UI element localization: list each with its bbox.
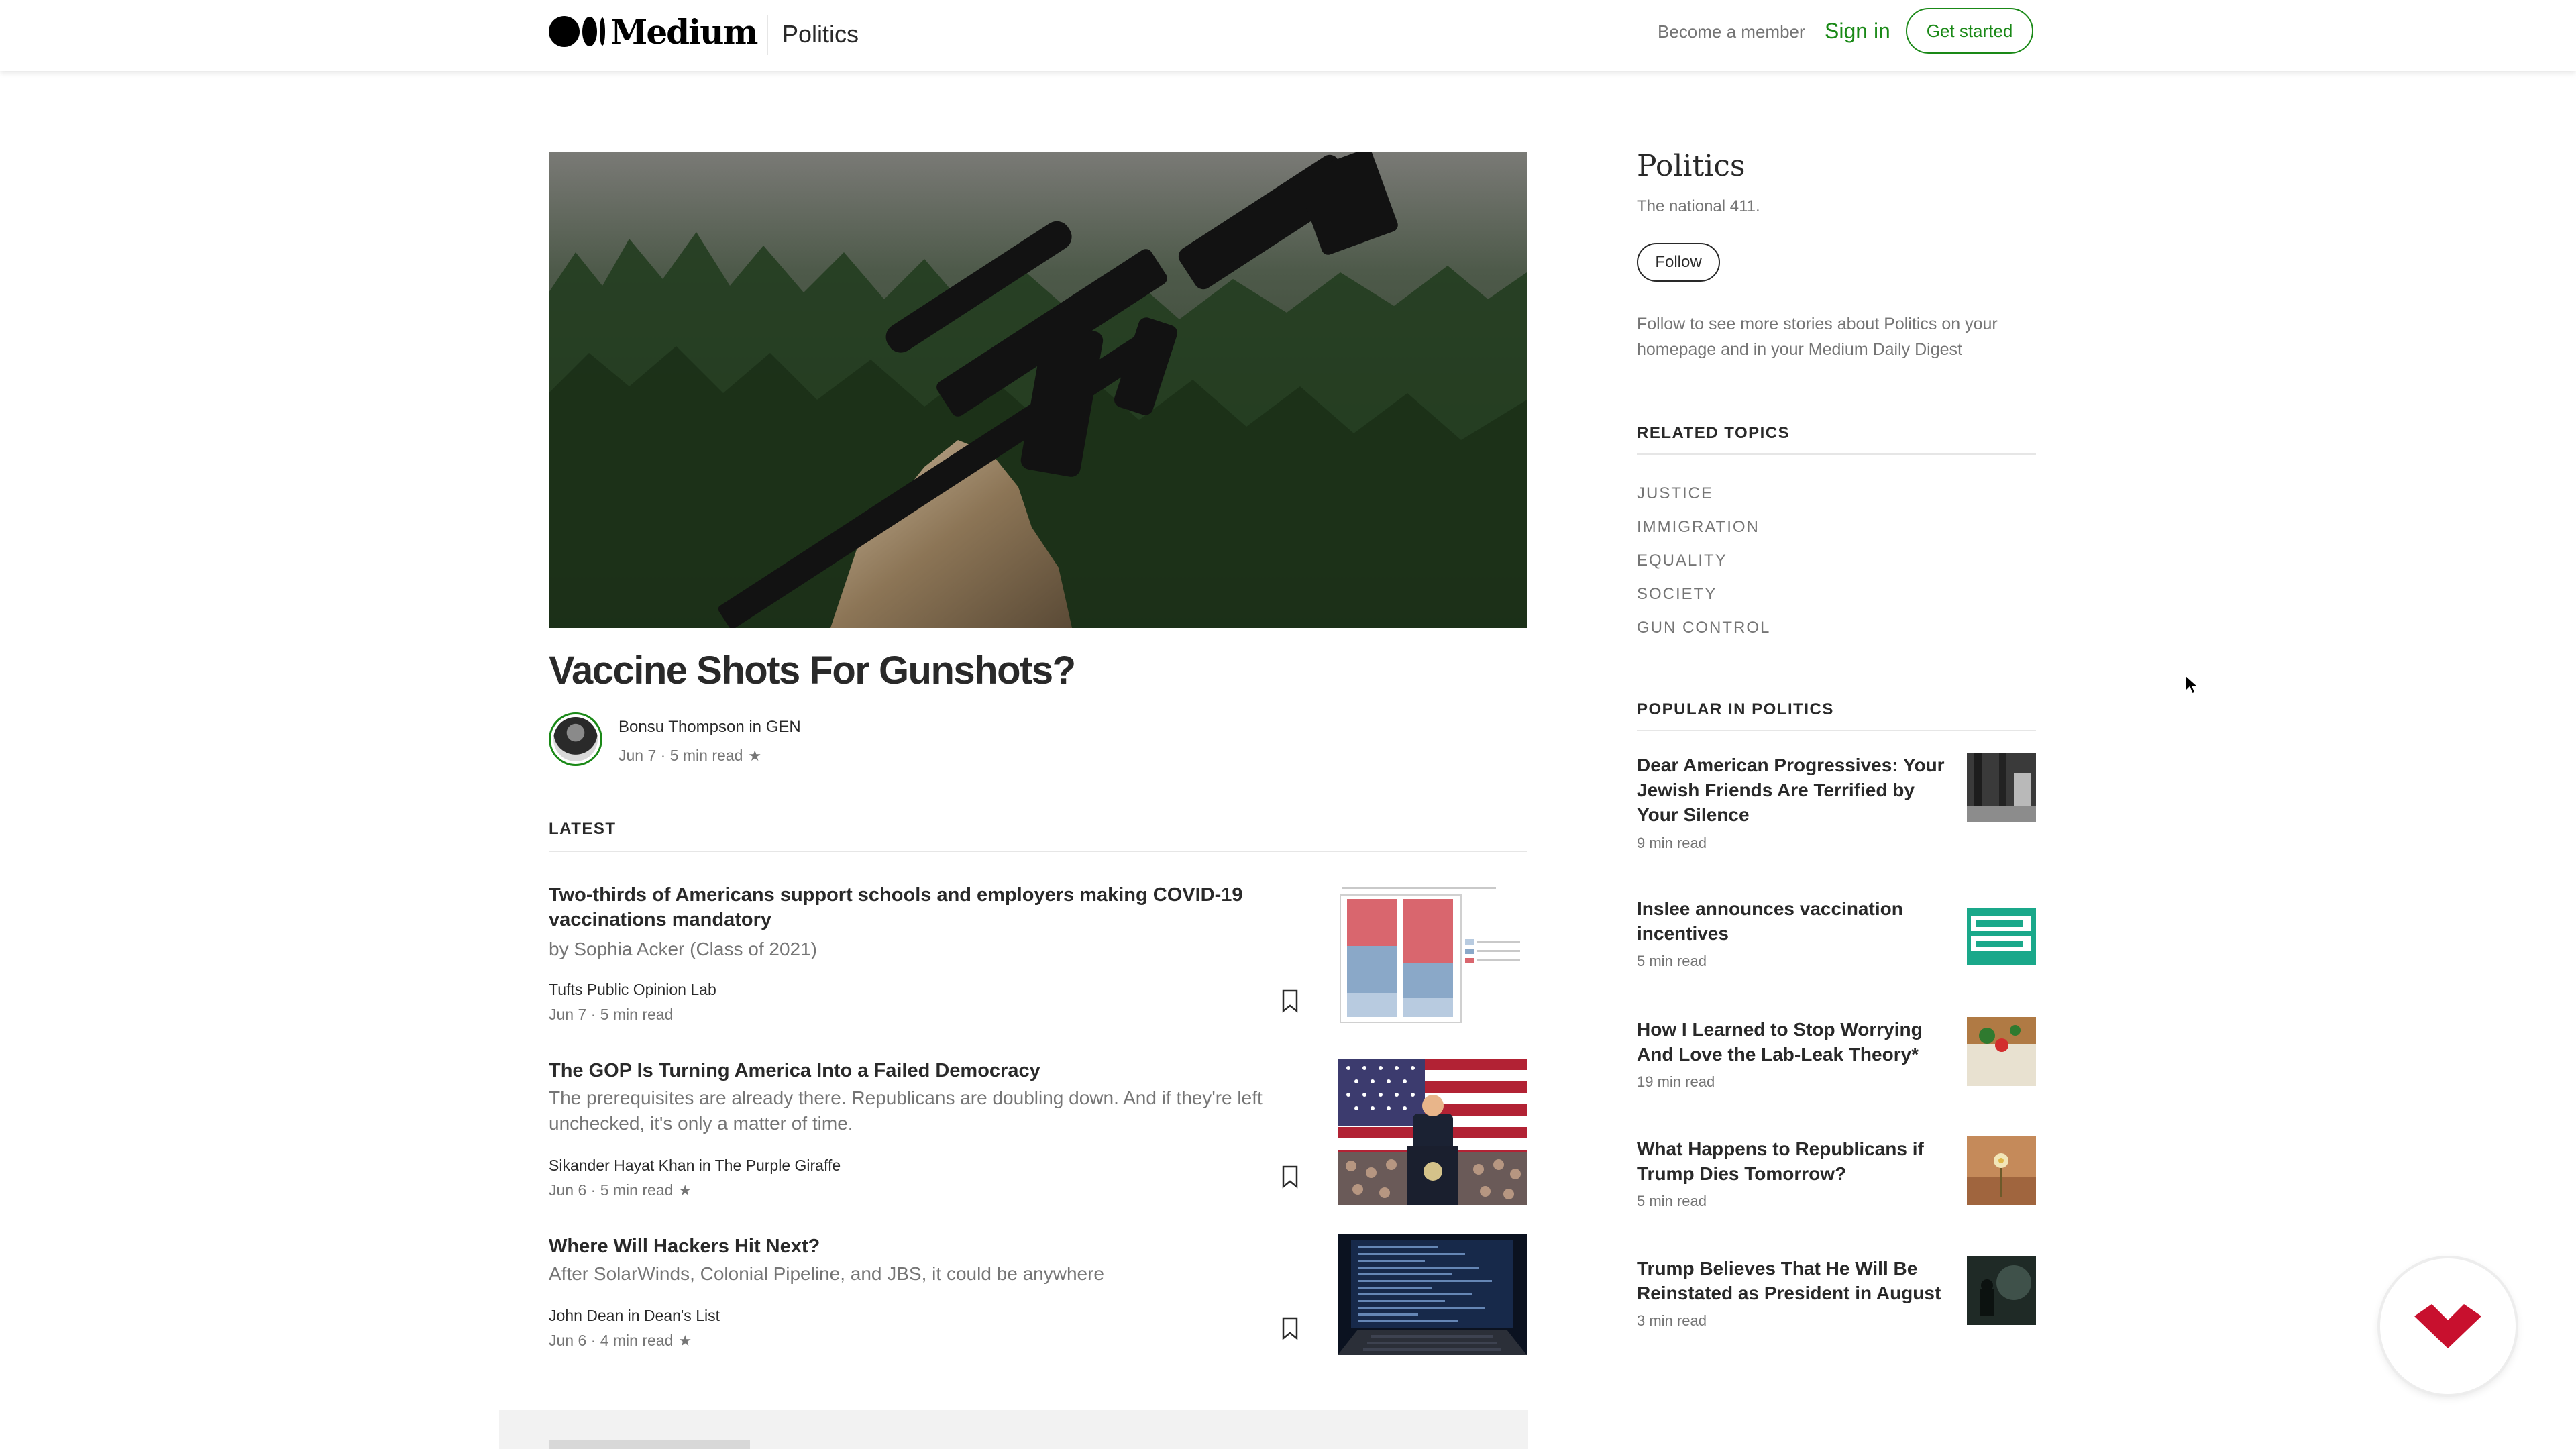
popular-story-thumbnail[interactable] [1967, 1017, 2036, 1086]
hero-author-name[interactable]: Bonsu Thompson in GEN [619, 718, 801, 737]
article-card[interactable]: Two-thirds of Americans support schools … [549, 883, 1527, 1030]
popular-label: POPULAR IN POLITICS [1637, 700, 1834, 718]
popular-story-thumbnail[interactable] [1967, 1136, 2036, 1205]
popular-thumb-image-4 [1967, 1136, 2036, 1205]
mouse-cursor-icon [2185, 675, 2198, 695]
popular-story-read-time: 5 min read [1637, 1193, 1707, 1210]
header-topic-title[interactable]: Politics [782, 20, 859, 48]
related-topics-label: RELATED TOPICS [1637, 424, 1790, 442]
article-subtitle: The prerequisites are already there. Rep… [549, 1087, 1263, 1134]
member-star-icon: ★ [678, 1182, 692, 1199]
popular-story[interactable]: How I Learned to Stop Worrying And Love … [1637, 1017, 2036, 1111]
rally-thumbnail-image [1338, 1059, 1527, 1205]
get-started-button[interactable]: Get started [1906, 8, 2033, 54]
article-subtitle: by Sophia Acker (Class of 2021) [549, 938, 817, 959]
article-author[interactable]: Tufts Public Opinion Lab [549, 981, 716, 999]
article-author[interactable]: Sikander Hayat Khan in The Purple Giraff… [549, 1157, 841, 1175]
popular-story-thumbnail[interactable] [1967, 753, 2036, 822]
featured-writers-heading-placeholder [549, 1440, 750, 1449]
bookmark-icon[interactable] [1280, 1165, 1300, 1189]
laptop-thumbnail[interactable] [1338, 1234, 1527, 1355]
laptop-thumbnail-image [1338, 1234, 1527, 1355]
floating-action-button[interactable] [2380, 1258, 2516, 1394]
popular-story-title[interactable]: Inslee announces vaccination incentives [1637, 896, 1952, 946]
hero-rifle-photo [549, 152, 1527, 628]
medium-logo-mark-icon [549, 16, 605, 47]
related-topics-divider [1637, 453, 2036, 455]
article-meta: Jun 7 · 5 min read [549, 1006, 674, 1023]
member-star-icon: ★ [678, 1332, 692, 1349]
bookmark-icon[interactable] [1280, 989, 1300, 1013]
follow-button[interactable]: Follow [1637, 243, 1720, 282]
hero-image[interactable] [549, 152, 1527, 628]
popular-thumb-image-1 [1967, 753, 2036, 822]
popular-story[interactable]: What Happens to Republicans if Trump Die… [1637, 1136, 2036, 1230]
chart-thumbnail-image [1338, 883, 1527, 1025]
hero-read-time: 5 min read [669, 747, 743, 764]
article-subtitle: After SolarWinds, Colonial Pipeline, and… [549, 1263, 1104, 1284]
header-divider [767, 15, 768, 55]
topic-title: Politics [1637, 149, 1746, 183]
article-card[interactable]: The GOP Is Turning America Into a Failed… [549, 1059, 1527, 1206]
chart-thumbnail[interactable] [1338, 883, 1527, 1025]
article-author[interactable]: John Dean in Dean's List [549, 1307, 720, 1325]
popular-story-title[interactable]: Trump Believes That He Will Be Reinstate… [1637, 1256, 1952, 1305]
medium-logo-wordmark: Medium [610, 11, 758, 52]
featured-writers-section [499, 1410, 1528, 1449]
article-title[interactable]: The GOP Is Turning America Into a Failed… [549, 1059, 1287, 1083]
popular-story-read-time: 3 min read [1637, 1312, 1707, 1329]
article-meta: Jun 6 · 5 min read ★ [549, 1181, 692, 1199]
related-topic-justice[interactable]: JUSTICE [1637, 484, 1713, 503]
related-topic-immigration[interactable]: IMMIGRATION [1637, 518, 1760, 537]
article-meta-text: Jun 6 · 5 min read [549, 1181, 674, 1199]
popular-story-read-time: 9 min read [1637, 835, 1707, 851]
related-topic-gun-control[interactable]: GUN CONTROL [1637, 619, 1770, 637]
topic-tagline: The national 411. [1637, 197, 1760, 215]
hero-article-title[interactable]: Vaccine Shots For Gunshots? [549, 648, 1076, 693]
become-member-link[interactable]: Become a member [1658, 21, 1805, 42]
hero-date: Jun 7 [619, 747, 657, 764]
popular-story-read-time: 5 min read [1637, 953, 1707, 969]
popular-story-thumbnail[interactable] [1967, 1256, 2036, 1325]
popular-story[interactable]: Dear American Progressives: Your Jewish … [1637, 753, 2036, 860]
popular-story-title[interactable]: What Happens to Republicans if Trump Die… [1637, 1136, 1952, 1186]
popular-thumb-image-2 [1967, 896, 2036, 965]
popular-thumb-image-5 [1967, 1256, 2036, 1325]
popular-divider [1637, 730, 2036, 731]
latest-section-label: LATEST [549, 820, 616, 838]
popular-story-thumbnail[interactable] [1967, 896, 2036, 965]
latest-divider [549, 851, 1527, 852]
medium-logo[interactable]: Medium [549, 12, 758, 52]
red-diamond-logo-icon [2414, 1304, 2481, 1348]
popular-story[interactable]: Trump Believes That He Will Be Reinstate… [1637, 1256, 2036, 1350]
related-topic-society[interactable]: SOCIETY [1637, 585, 1717, 604]
popular-thumb-image-3 [1967, 1017, 2036, 1086]
article-meta: Jun 6 · 4 min read ★ [549, 1332, 692, 1350]
sign-in-link[interactable]: Sign in [1825, 19, 1890, 44]
rally-thumbnail[interactable] [1338, 1059, 1527, 1205]
bookmark-icon[interactable] [1280, 1316, 1300, 1340]
popular-story-title[interactable]: Dear American Progressives: Your Jewish … [1637, 753, 1952, 827]
article-card[interactable]: Where Will Hackers Hit Next? After Solar… [549, 1234, 1527, 1359]
related-topic-equality[interactable]: EQUALITY [1637, 551, 1727, 570]
popular-story[interactable]: Inslee announces vaccination incentives … [1637, 896, 2036, 990]
hero-article-meta: Jun 7 · 5 min read ★ [619, 747, 762, 764]
top-navigation-bar: Medium Politics Become a member Sign in … [0, 0, 2576, 71]
popular-story-read-time: 19 min read [1637, 1073, 1715, 1090]
popular-story-title[interactable]: How I Learned to Stop Worrying And Love … [1637, 1017, 1952, 1067]
article-title[interactable]: Two-thirds of Americans support schools … [549, 883, 1287, 932]
author-avatar[interactable] [549, 712, 602, 766]
article-title[interactable]: Where Will Hackers Hit Next? [549, 1234, 1287, 1259]
follow-description: Follow to see more stories about Politic… [1637, 315, 1998, 359]
member-star-icon: ★ [748, 747, 762, 764]
article-meta-text: Jun 6 · 4 min read [549, 1332, 674, 1349]
